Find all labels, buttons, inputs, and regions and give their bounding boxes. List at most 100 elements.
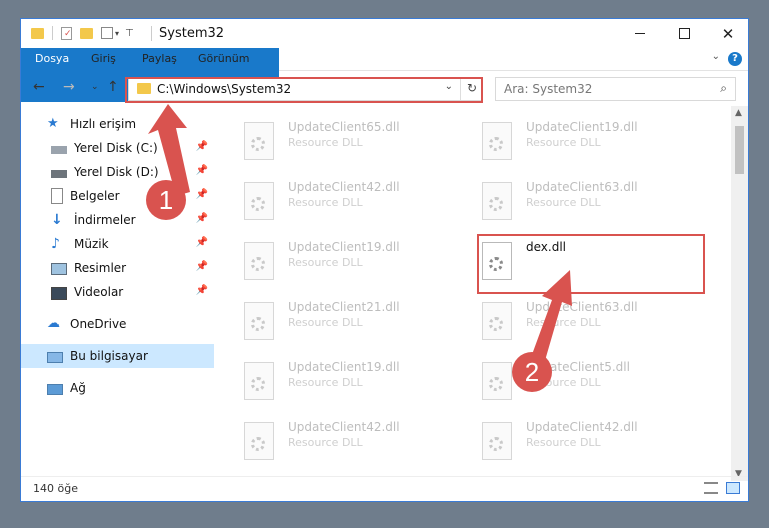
sidebar-item-label: Hızlı erişim [70,117,137,131]
sidebar-item-pictures[interactable]: Resimler 📌 [21,256,214,280]
list-item[interactable]: UpdateClient63.dll Resource DLL [474,174,704,228]
pin-icon[interactable]: 📌 [196,261,208,272]
minimize-icon [635,33,645,34]
item-count: 140 öğe [33,482,78,495]
pin-icon[interactable]: 📌 [196,165,208,176]
list-item[interactable]: UpdateClient19.dll Resource DLL [474,114,704,168]
file-name: UpdateClient42.dll [288,420,400,434]
list-item[interactable]: UpdateClient42.dll Resource DLL [236,414,466,468]
file-name: UpdateClient65.dll [288,120,400,134]
file-type: Resource DLL [526,436,601,449]
large-icons-view-icon[interactable] [726,482,740,494]
title-separator [151,26,152,41]
tab-share[interactable]: Paylaş [142,48,177,70]
chevron-down-icon[interactable]: ⌄ [712,51,720,62]
file-name: UpdateClient21.dll [288,300,400,314]
network-icon [47,383,63,395]
search-icon[interactable]: ⌕ [720,81,727,96]
help-button[interactable]: ? [728,52,742,66]
star-icon: ★ [47,116,59,131]
search-box[interactable]: Ara: System32 ⌕ [495,77,736,101]
sidebar-item-onedrive[interactable]: ☁ OneDrive [21,312,214,336]
search-input[interactable]: Ara: System32 [504,82,592,96]
file-type: Resource DLL [288,256,363,269]
close-button[interactable]: ✕ [706,19,748,48]
sidebar-item-label: Yerel Disk (C:) [74,141,158,155]
list-item[interactable]: UpdateClient19.dll Resource DLL [236,354,466,408]
forward-button[interactable]: → [63,79,75,95]
sidebar-item-label: Müzik [74,237,109,251]
file-type: Resource DLL [526,316,601,329]
sidebar-item-label: İndirmeler [74,213,136,227]
computer-icon [47,351,63,363]
sidebar-item-label: Videolar [74,285,124,299]
downloads-icon: ↓ [51,212,63,228]
file-type: Resource DLL [288,196,363,209]
sidebar-item-quick-access[interactable]: ★ Hızlı erişim [21,112,214,136]
pin-icon[interactable]: 📌 [196,213,208,224]
folder-icon[interactable] [31,27,44,39]
step-badge-1: 1 [146,180,186,220]
pictures-icon [51,263,67,275]
properties-icon[interactable]: ✓ [61,26,72,40]
dll-file-icon [244,242,274,280]
dll-file-icon [244,302,274,340]
quick-access-toolbar: ✓ ▾ ⊤ [31,26,134,40]
tab-home[interactable]: Giriş [91,48,116,70]
file-type: Resource DLL [288,316,363,329]
list-item[interactable]: UpdateClient42.dll Resource DLL [236,174,466,228]
dll-file-icon [482,362,512,400]
list-item[interactable]: UpdateClient19.dll Resource DLL [236,234,466,288]
maximize-button[interactable] [662,19,706,48]
file-name: UpdateClient19.dll [288,360,400,374]
ribbon-tabs: Dosya Giriş Paylaş Görünüm ⌄ ? [21,48,748,102]
sidebar-item-music[interactable]: ♪ Müzik 📌 [21,232,214,256]
sidebar-item-label: Belgeler [70,189,120,203]
file-name: UpdateClient42.dll [526,420,638,434]
recent-locations-button[interactable]: ⌄ [91,82,99,92]
pin-icon[interactable]: 📌 [196,237,208,248]
drive-icon [51,170,67,178]
pin-icon[interactable]: 📌 [196,285,208,296]
dll-file-icon [244,182,274,220]
window-title: System32 [159,26,225,41]
file-type: Resource DLL [526,196,601,209]
videos-icon [51,286,67,300]
dll-file-icon [244,422,274,460]
details-view-icon[interactable] [704,482,718,494]
new-folder-icon[interactable] [80,27,93,39]
tab-view[interactable]: Görünüm [198,48,249,70]
dropdown-arrow-icon[interactable]: ▾ [115,29,119,38]
sidebar-item-videos[interactable]: Videolar 📌 [21,280,214,304]
scroll-up-icon[interactable]: ▲ [735,108,742,118]
list-item[interactable]: UpdateClient65.dll Resource DLL [236,114,466,168]
up-button[interactable]: ↑ [107,79,119,95]
list-item[interactable]: UpdateClient63.dll Resource DLL [474,294,704,348]
file-name: UpdateClient63.dll [526,300,638,314]
customize-toolbar-icon[interactable]: ⊤ [125,28,134,39]
sidebar-item-this-pc[interactable]: Bu bilgisayar [21,344,214,368]
minimize-button[interactable] [618,19,662,48]
dll-file-icon [482,122,512,160]
dll-file-icon [244,122,274,160]
pin-icon[interactable]: 📌 [196,141,208,152]
file-type: Resource DLL [288,436,363,449]
explorer-window: ✓ ▾ ⊤ System32 ✕ Dosya Giriş Paylaş Görü… [20,18,749,502]
back-button[interactable]: ← [33,79,45,95]
sidebar-item-disk-d[interactable]: Yerel Disk (D:) 📌 [21,160,214,184]
sidebar-item-downloads[interactable]: ↓ İndirmeler 📌 [21,208,214,232]
scrollbar-thumb[interactable] [735,126,744,174]
sidebar-item-network[interactable]: Ağ [21,376,214,400]
sidebar-item-label: Bu bilgisayar [70,349,148,363]
view-options-icon[interactable] [101,27,113,39]
list-item[interactable]: UpdateClient21.dll Resource DLL [236,294,466,348]
sidebar-item-label: Yerel Disk (D:) [74,165,159,179]
music-icon: ♪ [51,236,60,252]
sidebar-item-label: Resimler [74,261,127,275]
vertical-scrollbar[interactable]: ▲ ▼ [731,106,748,481]
list-item[interactable]: UpdateClient42.dll Resource DLL [474,414,704,468]
sidebar-item-disk-c[interactable]: Yerel Disk (C:) 📌 [21,136,214,160]
list-item[interactable]: UpdateClient5.dll Resource DLL [474,354,704,408]
pin-icon[interactable]: 📌 [196,189,208,200]
file-name: UpdateClient63.dll [526,180,638,194]
